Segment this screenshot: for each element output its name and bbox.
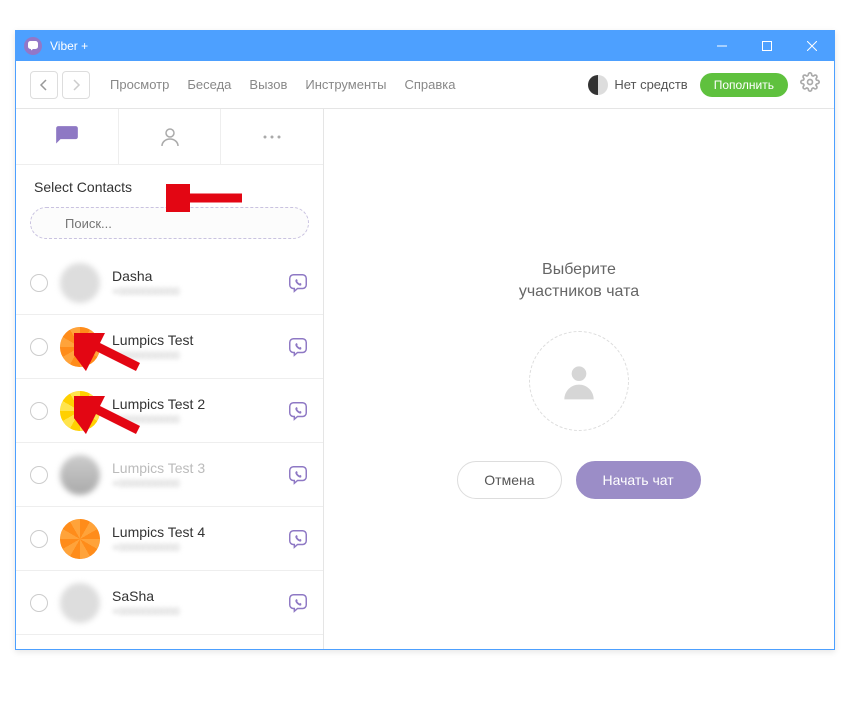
toolbar: Просмотр Беседа Вызов Инструменты Справк… <box>16 61 834 109</box>
right-title: Выберите участников чата <box>519 259 639 304</box>
contact-info: Lumpics Test 3 +0000000000 <box>112 460 275 490</box>
contact-name: SaSha <box>112 588 275 604</box>
viber-badge-icon <box>287 336 309 358</box>
balance-widget[interactable]: Нет средств <box>588 75 687 95</box>
contact-row[interactable]: Lumpics Test 2 +0000000000 <box>16 379 323 443</box>
menu-view[interactable]: Просмотр <box>110 77 169 92</box>
contact-row[interactable]: Lumpics Test +0000000000 <box>16 315 323 379</box>
maximize-button[interactable] <box>744 31 789 61</box>
right-panel: Выберите участников чата Отмена Начать ч… <box>324 109 834 649</box>
start-chat-button[interactable]: Начать чат <box>576 461 701 499</box>
avatar <box>60 519 100 559</box>
toolbar-right: Нет средств Пополнить <box>588 72 820 97</box>
avatar <box>60 327 100 367</box>
cancel-button[interactable]: Отмена <box>457 461 561 499</box>
contact-subtext: +0000000000 <box>112 478 275 490</box>
search-wrapper <box>16 201 323 251</box>
menu-help[interactable]: Справка <box>404 77 455 92</box>
contact-checkbox[interactable] <box>30 594 48 612</box>
avatar <box>60 455 100 495</box>
coin-icon <box>588 75 608 95</box>
titlebar: Viber + <box>16 31 834 61</box>
menu-tools[interactable]: Инструменты <box>305 77 386 92</box>
contact-info: SaSha +0000000000 <box>112 588 275 618</box>
viber-badge-icon <box>287 400 309 422</box>
menu-bar: Просмотр Беседа Вызов Инструменты Справк… <box>110 77 455 92</box>
right-title-line1: Выберите <box>542 261 616 278</box>
contact-name: Dasha <box>112 268 275 284</box>
contact-checkbox[interactable] <box>30 466 48 484</box>
contact-checkbox[interactable] <box>30 530 48 548</box>
avatar <box>60 391 100 431</box>
topup-button[interactable]: Пополнить <box>700 73 788 97</box>
menu-call[interactable]: Вызов <box>249 77 287 92</box>
contact-row[interactable]: SaSha +0000000000 <box>16 571 323 635</box>
contact-info: Lumpics Test 4 +0000000000 <box>112 524 275 554</box>
tab-chats[interactable] <box>16 109 118 164</box>
contact-row[interactable]: Lumpics Test 4 +0000000000 <box>16 507 323 571</box>
avatar <box>60 263 100 303</box>
right-title-line2: участников чата <box>519 283 639 300</box>
viber-app-icon <box>24 37 42 55</box>
action-row: Отмена Начать чат <box>457 461 700 499</box>
main-area: Select Contacts Dasha+0000000000Lumpics … <box>16 109 834 649</box>
tab-contacts[interactable] <box>118 109 221 164</box>
contact-subtext: +0000000000 <box>112 350 275 362</box>
app-window: Viber + Просмотр Беседа Вызов Инструмент… <box>15 30 835 650</box>
contact-subtext: +0000000000 <box>112 414 275 426</box>
window-controls <box>699 31 834 61</box>
minimize-button[interactable] <box>699 31 744 61</box>
contact-checkbox[interactable] <box>30 338 48 356</box>
contact-name: Lumpics Test 3 <box>112 460 275 476</box>
contact-info: Lumpics Test 2 +0000000000 <box>112 396 275 426</box>
contact-checkbox[interactable] <box>30 274 48 292</box>
contact-row[interactable]: Lumpics Test 3 +0000000000 <box>16 443 323 507</box>
balance-label: Нет средств <box>614 77 687 92</box>
contact-checkbox[interactable] <box>30 402 48 420</box>
viber-badge-icon <box>287 592 309 614</box>
contact-name: Lumpics Test 4 <box>112 524 275 540</box>
contact-info: Lumpics Test +0000000000 <box>112 332 275 362</box>
viber-badge-icon <box>287 272 309 294</box>
avatar <box>60 583 100 623</box>
contact-info: Dasha +0000000000 <box>112 268 275 298</box>
viber-badge-icon <box>287 464 309 486</box>
viber-badge-icon <box>287 528 309 550</box>
window-title: Viber + <box>50 39 88 53</box>
left-panel: Select Contacts Dasha+0000000000Lumpics … <box>16 109 324 649</box>
nav-back-button[interactable] <box>30 71 58 99</box>
menu-chat[interactable]: Беседа <box>187 77 231 92</box>
contact-list[interactable]: Dasha+0000000000Lumpics Test+0000000000L… <box>16 251 323 649</box>
contact-subtext: +0000000000 <box>112 606 275 618</box>
gear-icon[interactable] <box>800 72 820 97</box>
left-tabs <box>16 109 323 165</box>
search-input[interactable] <box>30 207 309 239</box>
placeholder-avatar <box>529 331 629 431</box>
contact-name: Lumpics Test 2 <box>112 396 275 412</box>
nav-forward-button[interactable] <box>62 71 90 99</box>
contact-subtext: +0000000000 <box>112 542 275 554</box>
contact-row[interactable]: Dasha +0000000000 <box>16 251 323 315</box>
select-contacts-header: Select Contacts <box>16 165 323 201</box>
contact-subtext: +0000000000 <box>112 286 275 298</box>
contact-name: Lumpics Test <box>112 332 275 348</box>
close-button[interactable] <box>789 31 834 61</box>
tab-more[interactable] <box>220 109 323 164</box>
